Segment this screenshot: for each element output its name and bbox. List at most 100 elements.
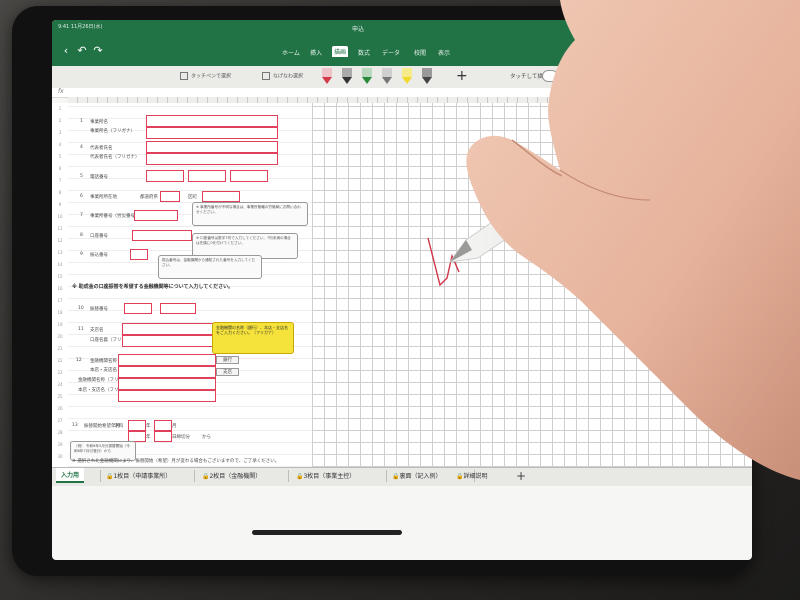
tab-home[interactable]: ホーム bbox=[282, 48, 300, 57]
row-number[interactable]: 27 bbox=[52, 418, 68, 423]
pen-gray[interactable] bbox=[382, 68, 392, 84]
field-num: 7 bbox=[80, 213, 83, 218]
sheet-tab-2-label: 2枚目（金融機関） bbox=[209, 473, 262, 480]
row-number[interactable]: 4 bbox=[52, 142, 68, 147]
transfer-code-2-input[interactable] bbox=[160, 303, 196, 314]
sheet-tab-back[interactable]: 🔒裏面（記入例） bbox=[392, 471, 442, 480]
pen-black[interactable] bbox=[342, 68, 352, 84]
prefecture-input[interactable] bbox=[160, 191, 180, 202]
field-mid-label: 区町 bbox=[188, 195, 197, 200]
row-number[interactable]: 20 bbox=[52, 334, 68, 339]
pen-dark[interactable] bbox=[422, 68, 432, 84]
add-pen-icon[interactable]: + bbox=[456, 68, 468, 84]
pen-body bbox=[362, 68, 372, 77]
home-indicator[interactable] bbox=[252, 530, 402, 535]
row-number[interactable]: 10 bbox=[52, 214, 68, 219]
field-mid-label: 都道府県 bbox=[140, 195, 158, 200]
field-label: 事業所所在地 bbox=[90, 195, 117, 200]
lasso-select-option[interactable]: なげなわ選択 bbox=[262, 72, 303, 80]
sheet-tab-3[interactable]: 🔒3枚目（事業主控） bbox=[296, 471, 355, 480]
field-num: 10 bbox=[78, 306, 84, 311]
row-number[interactable]: 5 bbox=[52, 154, 68, 159]
transfer-number-input[interactable] bbox=[130, 249, 148, 260]
row-number[interactable]: 17 bbox=[52, 298, 68, 303]
branch-input[interactable] bbox=[118, 366, 216, 378]
phone-1-input[interactable] bbox=[146, 170, 184, 182]
transfer-code-1-input[interactable] bbox=[124, 303, 152, 314]
field-label: 電話番号 bbox=[90, 175, 108, 180]
row-number[interactable]: 21 bbox=[52, 346, 68, 351]
field-label: 金融機関名称 bbox=[90, 359, 117, 364]
phone-2-input[interactable] bbox=[188, 170, 226, 182]
row-number[interactable]: 28 bbox=[52, 430, 68, 435]
tab-view[interactable]: 表示 bbox=[438, 48, 450, 57]
pen-body bbox=[402, 68, 412, 77]
row-number[interactable]: 12 bbox=[52, 238, 68, 243]
select-box-icon bbox=[180, 72, 188, 80]
tab-draw[interactable]: 描画 bbox=[332, 46, 349, 57]
row-number[interactable]: 26 bbox=[52, 406, 68, 411]
pen-red[interactable] bbox=[322, 68, 332, 84]
back-icon[interactable]: ‹ bbox=[60, 45, 72, 57]
redo-icon[interactable]: ↷ bbox=[92, 45, 104, 57]
phone-3-input[interactable] bbox=[230, 170, 268, 182]
row-number[interactable]: 23 bbox=[52, 370, 68, 375]
office-number-input[interactable] bbox=[134, 210, 178, 221]
stylus-select-label: タッチペンで選択 bbox=[191, 73, 232, 80]
business-name-input[interactable] bbox=[146, 115, 278, 127]
row-number[interactable]: 19 bbox=[52, 322, 68, 327]
end-month-input[interactable] bbox=[154, 431, 172, 442]
sheet-tab-2[interactable]: 🔒2枚目（金融機関） bbox=[202, 471, 261, 480]
row-number[interactable]: 11 bbox=[52, 226, 68, 231]
bank-name-input[interactable] bbox=[118, 354, 216, 366]
row-number[interactable]: 22 bbox=[52, 358, 68, 363]
row-number[interactable]: 18 bbox=[52, 310, 68, 315]
pen-green[interactable] bbox=[362, 68, 372, 84]
row-number[interactable]: 29 bbox=[52, 442, 68, 447]
row-number[interactable]: 14 bbox=[52, 262, 68, 267]
bank-name-kana-input[interactable] bbox=[118, 378, 216, 390]
pen-body bbox=[382, 68, 392, 77]
note-box: 振込番号は、金融機関から通知された番号を入力してください。 bbox=[158, 255, 262, 279]
row-number[interactable]: 30 bbox=[52, 454, 68, 459]
sheet-tab-1[interactable]: 🔒1枚目（申請事業所） bbox=[106, 471, 171, 480]
pen-toolbar: タッチペンで選択 なげなわ選択 + タッチして描画する bbox=[52, 66, 752, 89]
worksheet-grid[interactable]: 1 2 3 4 5 6 7 8 9 10 11 12 13 14 15 16 17 18 19 20 21 22 23 24 2… bbox=[52, 103, 752, 467]
account-number-input[interactable] bbox=[132, 230, 192, 241]
tab-insert[interactable]: 挿入 bbox=[310, 48, 322, 57]
rep-name-kana-input[interactable] bbox=[146, 153, 278, 165]
row-number[interactable]: 24 bbox=[52, 382, 68, 387]
rep-name-input[interactable] bbox=[146, 141, 278, 153]
row-number[interactable]: 8 bbox=[52, 190, 68, 195]
tab-data[interactable]: データ bbox=[382, 48, 400, 57]
row-number[interactable]: 9 bbox=[52, 202, 68, 207]
tab-formulas[interactable]: 数式 bbox=[358, 48, 370, 57]
year-label: 年 bbox=[146, 424, 151, 429]
pen-body bbox=[322, 68, 332, 77]
row-number[interactable]: 3 bbox=[52, 130, 68, 135]
sheet-tab-input[interactable]: 入力用 bbox=[56, 468, 85, 483]
tab-review[interactable]: 校閲 bbox=[414, 48, 426, 57]
business-name-kana-input[interactable] bbox=[146, 127, 278, 139]
sheet-tab-detail[interactable]: 🔒詳細説明 bbox=[456, 471, 488, 480]
row-number[interactable]: 7 bbox=[52, 178, 68, 183]
tab-separator bbox=[288, 470, 289, 482]
row-number[interactable]: 6 bbox=[52, 166, 68, 171]
highlighter-yellow[interactable] bbox=[402, 68, 412, 84]
start-year-input[interactable] bbox=[128, 420, 146, 431]
stylus-select-option[interactable]: タッチペンで選択 bbox=[180, 72, 231, 80]
row-number[interactable]: 13 bbox=[52, 250, 68, 255]
start-month-input[interactable] bbox=[154, 420, 172, 431]
row-number[interactable]: 15 bbox=[52, 274, 68, 279]
add-sheet-icon[interactable]: + bbox=[516, 469, 526, 483]
row-number[interactable]: 1 bbox=[52, 106, 68, 111]
undo-icon[interactable]: ↶ bbox=[76, 45, 88, 57]
tab-separator bbox=[194, 470, 195, 482]
touch-draw-toggle[interactable] bbox=[542, 70, 558, 82]
branch-kana-input[interactable] bbox=[118, 390, 216, 402]
row-number[interactable]: 16 bbox=[52, 286, 68, 291]
row-number[interactable]: 25 bbox=[52, 394, 68, 399]
city-input[interactable] bbox=[202, 191, 240, 202]
row-number[interactable]: 2 bbox=[52, 118, 68, 123]
era-label: 令和 bbox=[114, 424, 123, 429]
